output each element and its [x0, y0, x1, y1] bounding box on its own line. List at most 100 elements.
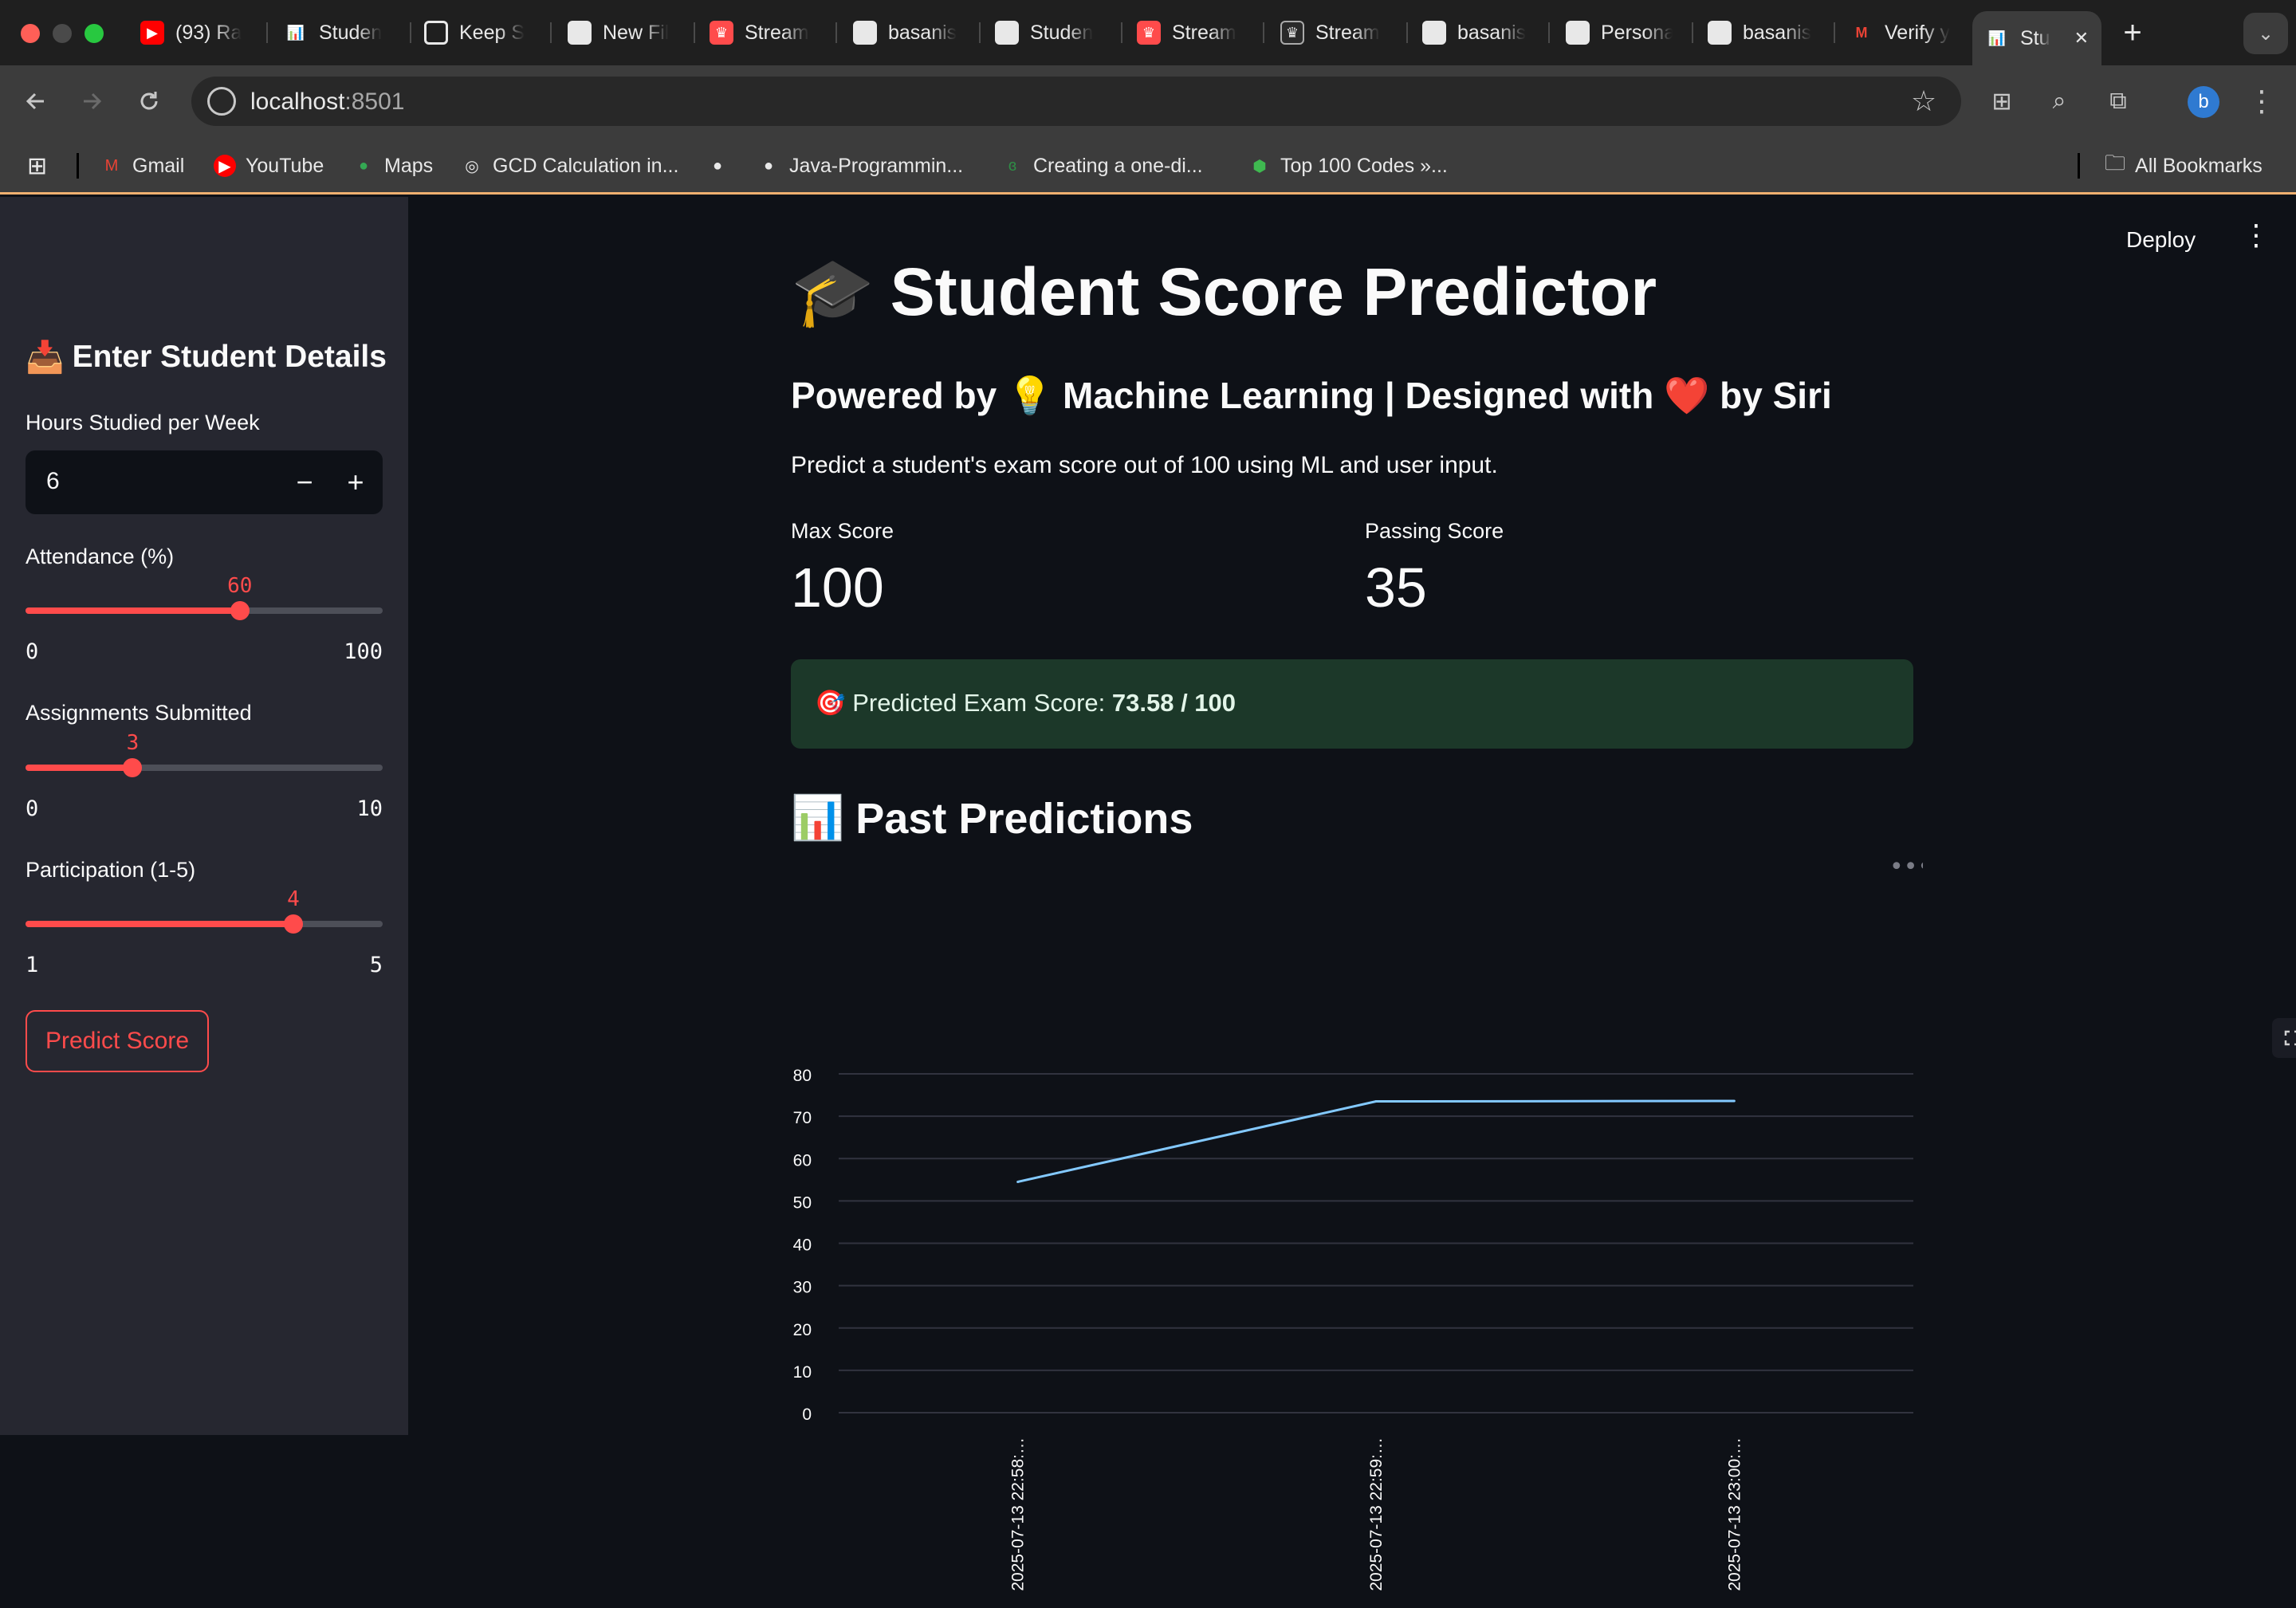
folder-icon: 🗀 [2105, 151, 2126, 175]
forward-arrow-icon[interactable] [72, 81, 112, 121]
slider-max: 100 [344, 639, 383, 664]
github-icon [1566, 21, 1590, 45]
slider-thumb[interactable] [284, 914, 303, 934]
bookmark-item[interactable]: ● Maps [352, 151, 433, 180]
streamlit-icon: ♛ [1137, 21, 1161, 45]
slider-value: 3 [126, 731, 140, 755]
max-score-value: 100 [791, 556, 884, 619]
result-prefix: Predicted Exam Score: [852, 689, 1112, 717]
maximize-window-button[interactable] [85, 24, 104, 43]
browser-tab[interactable]: ♛ Stream [1124, 11, 1264, 54]
data-point [1732, 1099, 1736, 1103]
tab-title: Stream [745, 21, 809, 44]
all-bookmarks-label: All Bookmarks [2135, 154, 2263, 177]
github-icon [853, 21, 877, 45]
participation-slider[interactable]: 4 1 5 [26, 877, 383, 977]
hours-number-input[interactable]: 6 − + [26, 450, 383, 514]
reload-icon[interactable] [129, 81, 169, 121]
slider-fill [26, 607, 240, 614]
series-line [1017, 1099, 1735, 1183]
extensions-icon[interactable]: ⧉ [2098, 81, 2138, 121]
chart-menu-icon[interactable]: ••• [1889, 859, 1923, 881]
minimize-window-button[interactable] [53, 24, 72, 43]
browser-tab[interactable]: 📊 Stu ✕ [1972, 11, 2101, 65]
back-arrow-icon[interactable] [16, 81, 56, 121]
browser-tab[interactable]: basanis [840, 11, 981, 54]
slider-thumb[interactable] [123, 758, 143, 777]
browser-tab[interactable]: New Fil [555, 11, 695, 54]
browser-tab[interactable]: basanis [1695, 11, 1835, 54]
streamlit-dark-icon: ♛ [1280, 21, 1304, 45]
slider-max: 5 [369, 953, 383, 977]
bar-chart-icon: 📊 [791, 794, 845, 842]
deploy-button[interactable]: Deploy [2126, 227, 2196, 253]
bookmark-label: Gmail [132, 154, 185, 177]
decrement-button[interactable]: − [279, 450, 330, 514]
browser-tab[interactable]: ♛ Stream [697, 11, 837, 54]
slider-thumb[interactable] [230, 601, 250, 620]
new-tab-button[interactable]: + [2113, 13, 2152, 53]
bookmarks-divider [2078, 153, 2080, 179]
site-info-icon[interactable] [207, 87, 236, 116]
graduation-cap-icon: 🎓 [791, 254, 875, 329]
attendance-slider[interactable]: 60 0 100 [26, 564, 383, 664]
github-icon [568, 21, 592, 45]
bar-chart-icon: 📊 [286, 24, 305, 41]
gmail-icon: M [1855, 24, 1868, 41]
browser-tab[interactable]: ▶ (93) Ra [128, 11, 268, 54]
bookmark-label: GCD Calculation in... [493, 154, 679, 177]
fullscreen-icon[interactable] [2272, 1018, 2296, 1058]
sidebar-heading-text: Enter Student Details [72, 340, 387, 374]
browser-tab-strip: ▶ (93) Ra 📊 Studen Keep S New Fil ♛ Stream basan… [0, 0, 2296, 65]
predict-score-button[interactable]: Predict Score [26, 1010, 209, 1072]
app-menu-icon[interactable]: ⋮ [2242, 221, 2270, 250]
apps-grid-icon[interactable]: ⊞ [27, 151, 47, 180]
browser-menu-icon[interactable]: ⋮ [2242, 81, 2282, 121]
slider-value: 4 [287, 887, 300, 911]
bookmark-label: Creating a one-di... [1033, 154, 1203, 177]
gmail-icon: M [104, 156, 119, 175]
bookmark-item[interactable]: ⬢ Top 100 Codes »... [1248, 151, 1448, 180]
page-title-text: Student Score Predictor [890, 254, 1657, 329]
sidebar: 📥 Enter Student Details Hours Studied pe… [0, 197, 408, 1435]
bookmark-star-icon[interactable]: ☆ [1904, 81, 1944, 121]
bookmark-item[interactable]: ▶ YouTube [214, 151, 324, 180]
prediction-result-text: 🎯 Predicted Exam Score: 73.58 / 100 [815, 688, 1236, 718]
tab-search-button[interactable]: ⌄ [2243, 13, 2288, 54]
browser-tab[interactable]: basanis [1409, 11, 1550, 54]
bookmark-item[interactable]: ● [706, 151, 729, 180]
page-title: 🎓 Student Score Predictor [791, 253, 1657, 332]
browser-tab[interactable]: Keep S [411, 11, 552, 54]
y-tick-label: 60 [793, 1151, 812, 1170]
result-value: 73.58 / 100 [1111, 689, 1236, 717]
bookmark-item[interactable]: M Gmail [100, 151, 185, 180]
max-score-label: Max Score [791, 519, 894, 543]
sidebar-heading: 📥 Enter Student Details [26, 339, 387, 375]
hours-value[interactable]: 6 [46, 468, 60, 495]
bookmark-item[interactable]: ● Java-Programmin... [757, 151, 963, 180]
profile-avatar[interactable]: b [2188, 86, 2219, 118]
bookmark-item[interactable]: ◎ GCD Calculation in... [461, 151, 678, 180]
browser-tab[interactable]: M Verify y [1837, 11, 1977, 54]
assignments-slider[interactable]: 3 0 10 [26, 721, 383, 821]
all-bookmarks-folder[interactable]: 🗀 All Bookmarks [2105, 151, 2263, 180]
tab-title: Persona [1601, 21, 1673, 44]
github-icon: ● [763, 156, 774, 175]
past-predictions-title: Past Predictions [855, 794, 1193, 843]
x-tick-label: 2025-07-13 22:58:… [1009, 1437, 1028, 1591]
tab-title: Keep S [459, 21, 525, 44]
browser-tab[interactable]: Persona [1553, 11, 1693, 54]
y-tick-label: 70 [793, 1109, 812, 1127]
increment-button[interactable]: + [330, 450, 381, 514]
hours-label: Hours Studied per Week [26, 411, 260, 434]
address-bar[interactable]: localhost:8501 ☆ [191, 77, 1961, 126]
browser-tab[interactable]: Studen [982, 11, 1122, 54]
close-window-button[interactable] [21, 24, 40, 43]
bookmark-item[interactable]: ɞ Creating a one-di... [1001, 151, 1203, 180]
translate-icon[interactable]: ⊞ [1982, 81, 2022, 121]
data-point [1016, 1180, 1020, 1183]
close-tab-icon[interactable]: ✕ [2074, 28, 2089, 49]
browser-tab[interactable]: 📊 Studen [271, 11, 411, 54]
browser-tab[interactable]: ♛ Stream [1268, 11, 1408, 54]
lens-search-icon[interactable]: ⌕ [2039, 81, 2079, 121]
